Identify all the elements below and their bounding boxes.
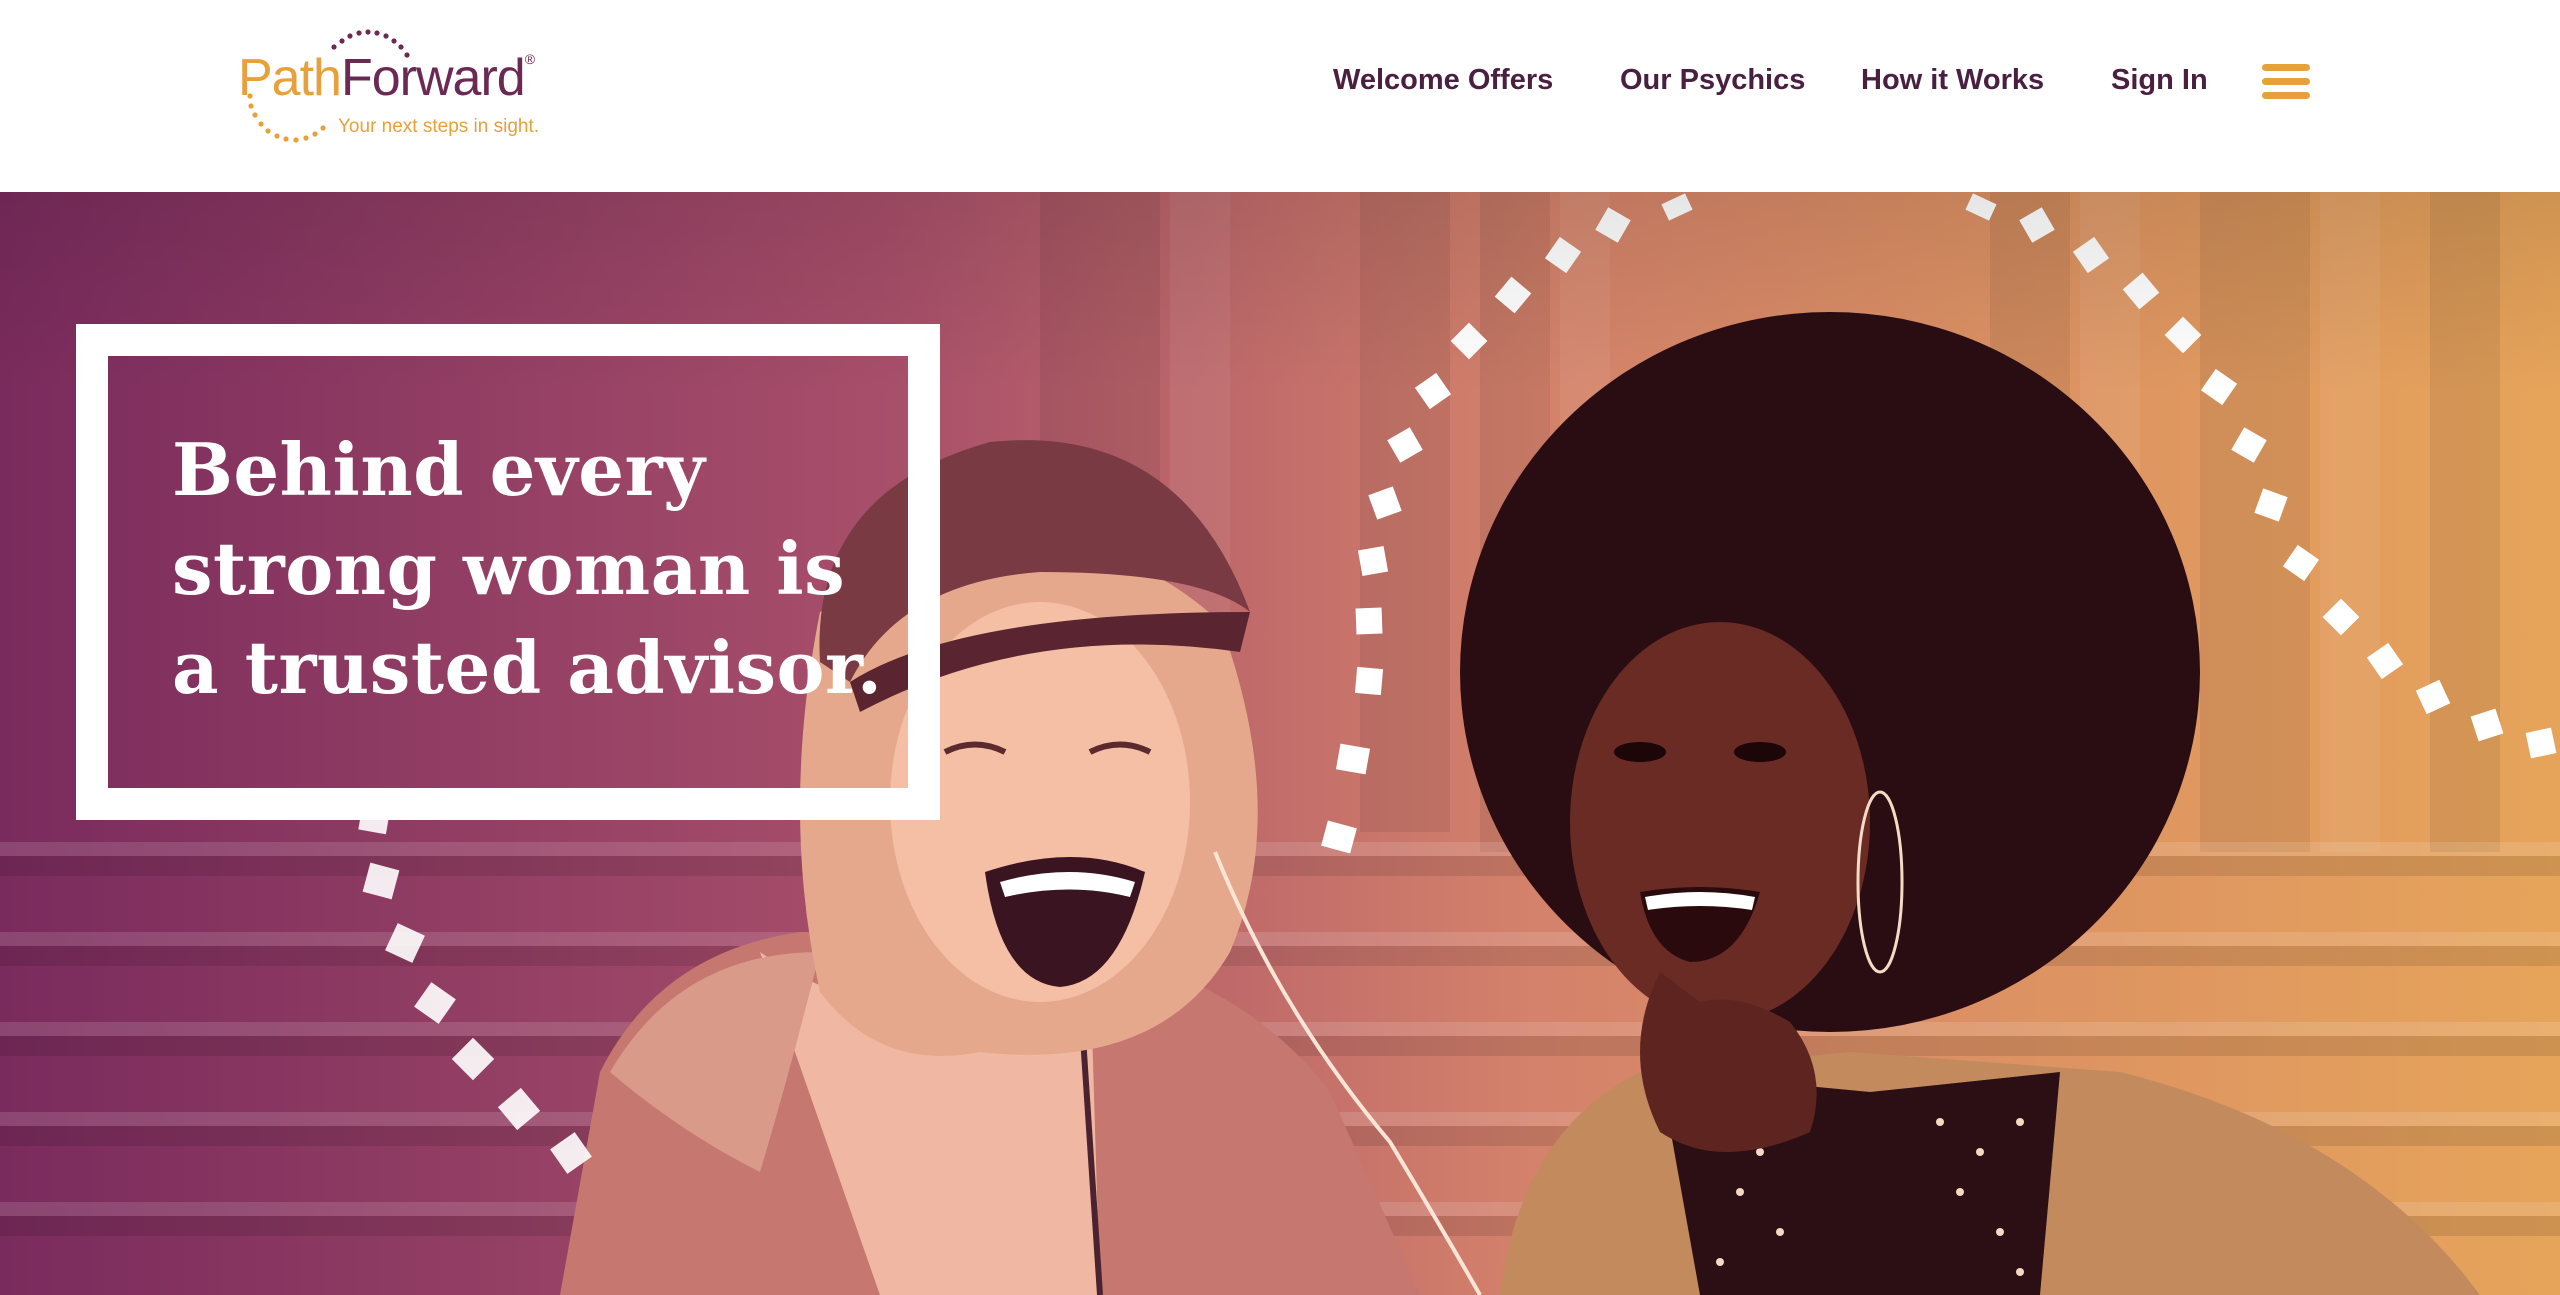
logo-word-forward: Forward — [340, 49, 526, 107]
hero-headline-line-3: a trusted advisor. — [172, 625, 883, 710]
nav-how-it-works[interactable]: How it Works — [1861, 58, 2044, 102]
pathforward-logo[interactable]: PathForward® Your next steps in sight. — [236, 14, 596, 154]
nav-sign-in[interactable]: Sign In — [2111, 58, 2208, 102]
logo-word-path: Path — [238, 49, 342, 107]
hero-banner: Behind every strong woman is a trusted a… — [0, 192, 2560, 1295]
hamburger-menu-icon[interactable] — [2262, 64, 2310, 100]
registered-mark: ® — [524, 51, 535, 67]
nav-our-psychics[interactable]: Our Psychics — [1620, 58, 1805, 102]
hero-headline: Behind every strong woman is a trusted a… — [172, 420, 892, 717]
logo-tagline: Your next steps in sight. — [338, 116, 540, 137]
hero-headline-line-2: strong woman is — [172, 526, 846, 611]
logo-wordmark: PathForward® — [238, 49, 535, 107]
site-header: PathForward® Your next steps in sight. W… — [0, 0, 2560, 192]
speech-box-gap — [908, 444, 948, 784]
hero-headline-line-1: Behind every — [172, 427, 706, 512]
nav-welcome-offers[interactable]: Welcome Offers — [1333, 58, 1553, 102]
